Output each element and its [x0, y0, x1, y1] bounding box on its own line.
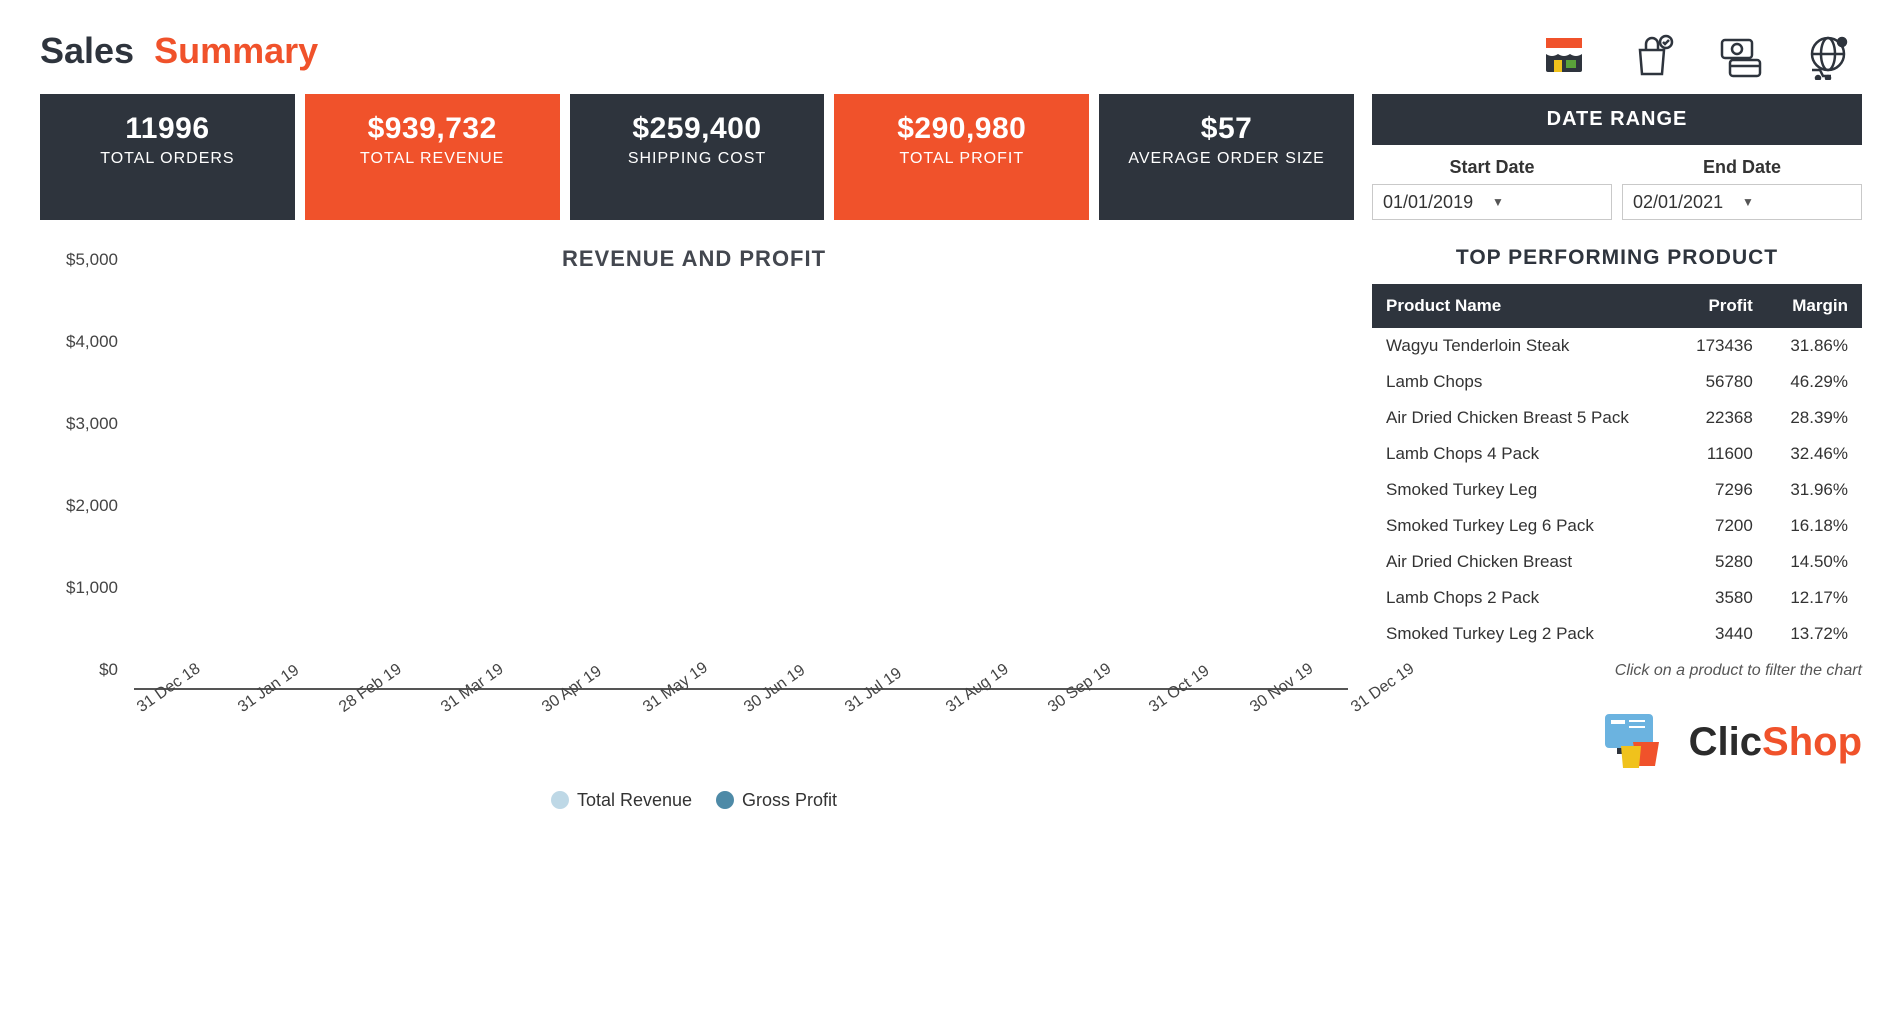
- cell-profit: 3580: [1673, 580, 1767, 616]
- table-row[interactable]: Lamb Chops 2 Pack358012.17%: [1372, 580, 1862, 616]
- top-products-title: TOP PERFORMING PRODUCT: [1372, 246, 1862, 270]
- table-row[interactable]: Smoked Turkey Leg 2 Pack344013.72%: [1372, 616, 1862, 652]
- revenue-profit-chart[interactable]: $0$1,000$2,000$3,000$4,000$5,000 31 Dec …: [40, 280, 1348, 740]
- cell-profit: 3440: [1673, 616, 1767, 652]
- table-row[interactable]: Lamb Chops 4 Pack1160032.46%: [1372, 436, 1862, 472]
- cell-product-name: Lamb Chops: [1372, 364, 1673, 400]
- table-row[interactable]: Wagyu Tenderloin Steak17343631.86%: [1372, 328, 1862, 364]
- cell-profit: 56780: [1673, 364, 1767, 400]
- cell-margin: 28.39%: [1767, 400, 1862, 436]
- col-profit[interactable]: Profit: [1673, 284, 1767, 328]
- table-row[interactable]: Smoked Turkey Leg 6 Pack720016.18%: [1372, 508, 1862, 544]
- kpi-tile: $57 AVERAGE ORDER SIZE: [1099, 94, 1354, 220]
- kpi-tile: $290,980 TOTAL PROFIT: [834, 94, 1089, 220]
- cell-profit: 11600: [1673, 436, 1767, 472]
- top-products-table: Product Name Profit Margin Wagyu Tenderl…: [1372, 284, 1862, 652]
- cell-margin: 31.96%: [1767, 472, 1862, 508]
- y-axis-tick: $3,000: [66, 414, 118, 434]
- kpi-value: $939,732: [317, 112, 548, 146]
- kpi-label: AVERAGE ORDER SIZE: [1111, 150, 1342, 168]
- end-date-value: 02/01/2021: [1633, 192, 1742, 213]
- chevron-down-icon: ▼: [1742, 195, 1851, 209]
- kpi-tile: $939,732 TOTAL REVENUE: [305, 94, 560, 220]
- cell-product-name: Air Dried Chicken Breast: [1372, 544, 1673, 580]
- kpi-label: TOTAL ORDERS: [52, 150, 283, 168]
- cell-product-name: Wagyu Tenderloin Steak: [1372, 328, 1673, 364]
- y-axis-tick: $2,000: [66, 496, 118, 516]
- brand-logo: ClicShop: [1372, 710, 1862, 774]
- end-date-picker[interactable]: 02/01/2021 ▼: [1622, 184, 1862, 220]
- table-row[interactable]: Air Dried Chicken Breast528014.50%: [1372, 544, 1862, 580]
- y-axis-tick: $4,000: [66, 332, 118, 352]
- chart-legend: Total Revenue Gross Profit: [40, 790, 1348, 811]
- legend-profit[interactable]: Gross Profit: [716, 790, 837, 811]
- cell-margin: 13.72%: [1767, 616, 1862, 652]
- kpi-tile: 11996 TOTAL ORDERS: [40, 94, 295, 220]
- cell-profit: 7296: [1673, 472, 1767, 508]
- cell-product-name: Lamb Chops 4 Pack: [1372, 436, 1673, 472]
- cell-profit: 173436: [1673, 328, 1767, 364]
- table-row[interactable]: Lamb Chops5678046.29%: [1372, 364, 1862, 400]
- kpi-label: TOTAL REVENUE: [317, 150, 548, 168]
- cell-margin: 16.18%: [1767, 508, 1862, 544]
- cell-product-name: Smoked Turkey Leg: [1372, 472, 1673, 508]
- chevron-down-icon: ▼: [1492, 195, 1601, 209]
- cell-margin: 46.29%: [1767, 364, 1862, 400]
- table-row[interactable]: Air Dried Chicken Breast 5 Pack2236828.3…: [1372, 400, 1862, 436]
- start-date-picker[interactable]: 01/01/2019 ▼: [1372, 184, 1612, 220]
- cell-margin: 31.86%: [1767, 328, 1862, 364]
- table-row[interactable]: Smoked Turkey Leg729631.96%: [1372, 472, 1862, 508]
- kpi-value: $290,980: [846, 112, 1077, 146]
- brand-mark-icon: [1599, 710, 1669, 774]
- kpi-label: TOTAL PROFIT: [846, 150, 1077, 168]
- page-title-word2: Summary: [154, 30, 318, 71]
- kpi-value: 11996: [52, 112, 283, 146]
- cell-profit: 5280: [1673, 544, 1767, 580]
- col-product-name[interactable]: Product Name: [1372, 284, 1673, 328]
- cell-margin: 12.17%: [1767, 580, 1862, 616]
- col-margin[interactable]: Margin: [1767, 284, 1862, 328]
- start-date-label: Start Date: [1372, 157, 1612, 178]
- shopping-bag-icon[interactable]: [1626, 30, 1678, 82]
- kpi-row: 11996 TOTAL ORDERS $939,732 TOTAL REVENUE $2…: [40, 94, 1354, 220]
- brand-word2: Shop: [1762, 720, 1862, 764]
- brand-word1: Clic: [1689, 720, 1762, 764]
- cell-product-name: Lamb Chops 2 Pack: [1372, 580, 1673, 616]
- end-date-label: End Date: [1622, 157, 1862, 178]
- date-range-header: DATE RANGE: [1372, 94, 1862, 145]
- cell-profit: 7200: [1673, 508, 1767, 544]
- page-title-word1: Sales: [40, 30, 134, 71]
- page-title: Sales Summary: [40, 30, 318, 72]
- cell-margin: 14.50%: [1767, 544, 1862, 580]
- cell-product-name: Smoked Turkey Leg 2 Pack: [1372, 616, 1673, 652]
- store-icon[interactable]: [1538, 30, 1590, 82]
- start-date-value: 01/01/2019: [1383, 192, 1492, 213]
- y-axis-tick: $0: [99, 660, 118, 680]
- kpi-tile: $259,400 SHIPPING COST: [570, 94, 825, 220]
- cell-margin: 32.46%: [1767, 436, 1862, 472]
- chart-title: REVENUE AND PROFIT: [40, 246, 1348, 272]
- payment-card-icon[interactable]: [1714, 30, 1766, 82]
- kpi-value: $259,400: [582, 112, 813, 146]
- globe-cart-icon[interactable]: [1802, 30, 1854, 82]
- cell-profit: 22368: [1673, 400, 1767, 436]
- y-axis-tick: $5,000: [66, 250, 118, 270]
- cell-product-name: Air Dried Chicken Breast 5 Pack: [1372, 400, 1673, 436]
- legend-revenue[interactable]: Total Revenue: [551, 790, 692, 811]
- nav-icon-strip: [1538, 30, 1862, 82]
- kpi-label: SHIPPING COST: [582, 150, 813, 168]
- kpi-value: $57: [1111, 112, 1342, 146]
- y-axis-tick: $1,000: [66, 578, 118, 598]
- filter-hint: Click on a product to filter the chart: [1372, 662, 1862, 680]
- cell-product-name: Smoked Turkey Leg 6 Pack: [1372, 508, 1673, 544]
